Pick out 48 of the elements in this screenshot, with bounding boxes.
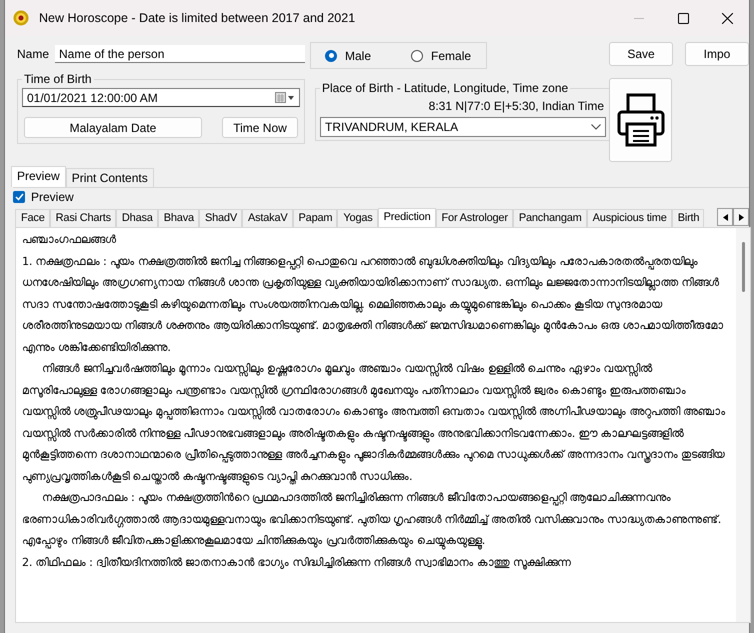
chevron-down-icon xyxy=(591,124,602,130)
tab[interactable]: Face xyxy=(15,209,50,227)
tab[interactable]: For Astrologer xyxy=(436,209,513,227)
place-dropdown[interactable]: TRIVANDRUM, KERALA xyxy=(320,117,606,137)
triangle-right-icon xyxy=(738,214,744,220)
tab[interactable]: Papam xyxy=(292,209,338,227)
tab[interactable]: Auspicious time xyxy=(586,209,672,227)
prediction-paragraph: 1. നക്ഷത്രഫലം : പൂയം നക്ഷത്രത്തിൽ ജനിച്ച നിങ്ങളെപ്പറ്റി പൊതുവെ പറഞ്ഞാൽ ബുദ്ധിശക്തിയിലും വിദ്യയിലും പരോപകാരതൽപ്പരതയിലും ധനശേഷിയിലും അഗ്രഗണ്യനായ നിങ്ങൾ ശാന്ത പ്രകൃതിയുള്ള വ്യക്തിയായിരിക്കാനാണ് സാദ്ധ്യത. ഒന്നിലും ലജ്ജതോന്നാനിടയില്ലാത്ത നിങ്ങൾ സദാ സന്തോഷത്തോടുകൂടി കഴിയുമെന്നതിലും സംശയത്തിനവകയില്ല. മെലിഞ്ഞകാലും കയ്യുമുണ്ടെങ്കിലും പൊക്കം കൂടിയ സുന്ദരമായ ശരീരത്തിനുടമയായ നിങ്ങൾ ശക്തനും ആയിരിക്കാനിടയുണ്ട്. മാതൃഭക്തി നിങ്ങൾക്ക് ജന്മസിദ്ധമാണെങ്കിലും മുൻകോപം ഒരു ശാപമായിത്തീരുമോ എന്നും ശങ്കിക്കേണ്ടിയിരിക്കുന്നു. xyxy=(22,254,724,356)
prediction-paragraph: നിങ്ങൾ ജനിച്ചവർഷത്തിലും മൂന്നാം വയസ്സിലും ഉഷ്ണരോഗം മൂലവും അഞ്ചാം വയസ്സിൽ വിഷം ഉള്ളിൽ ചെന്നും ഏഴാം വയസ്സിൽ മസൂരിപോലുള്ള രോഗങ്ങളാലും പന്ത്രണ്ടാം വയസ്സിൽ ഗ്രന്ഥിരോഗങ്ങൾ മുഖേനയും പതിനാലാം വയസ്സിൽ ജ്വരം കൊണ്ടും ഇരുപത്തഞ്ചാം വയസ്സിൽ ശത്രുപീഢയാലും മുപ്പത്തിഒന്നാം വയസ്സിൽ വാതരോഗം കൊണ്ടും അമ്പത്തി ഒമ്പതാം വയസ്സിൽ അഗ്നിപീഢയാലും അറുപത്തി അഞ്ചാം വയസ്സിൽ സർക്കാരിൽ നിന്നുള്ള പീഢാനുഭവങ്ങളാലും അരിഷ്ടതകളും കഷ്ടനഷ്ടങ്ങളും അനുഭവിക്കാനിടവന്നേക്കാം. ഈ കാലഘട്ടങ്ങളിൽ മുൻകൂട്ടിത്തന്നെ ദശാനാഥന്മാരെ പ്രീതിപ്പെടുത്താനുള്ള അർച്ചനകളും പൂജാദികർമ്മങ്ങൾക്കും പുറമെ സാധുക്കൾക്ക് അന്നദാനം വസ്ത്രദാനം തുടങ്ങിയ പുണ്യപ്രവൃത്തികൾകൂടി ചെയ്താൽ കഷ്ടനഷ്ടങ്ങളുടെ വ്യാപ്തി കുറക്കുവാൻ സാധിക്കും. xyxy=(22,358,728,487)
date-time-picker[interactable]: 01/01/2021 12:00:00 AM xyxy=(22,88,300,107)
tab[interactable]: Panchangam xyxy=(512,209,587,227)
tab[interactable]: Prediction xyxy=(378,208,436,227)
name-label: Name xyxy=(17,47,50,61)
coordinates-text: 8:31 N|77:0 E|+5:30, Indian Time xyxy=(428,98,606,115)
prediction-paragraph: 2. തിഥിഫലം : ദ്വിതീയദിനത്തിൽ ജാതനാകാൻ ഭാഗ്യം സിദ്ധിച്ചിരിക്കുന്ന നിങ്ങൾ സ്വാഭിമാനം കാത്തു സൂക്ഷിക്കുന്ന xyxy=(22,554,572,572)
group-title: Time of Birth xyxy=(23,72,93,86)
printer-icon xyxy=(616,92,666,148)
section-heading: പഞ്ചാംഗഫലങ്ങൾ xyxy=(22,232,117,248)
tab[interactable]: AstakaV xyxy=(242,209,293,227)
close-icon xyxy=(722,12,732,24)
malayalam-date-button[interactable]: Malayalam Date xyxy=(24,117,202,138)
gender-radio[interactable]: Male xyxy=(325,48,372,62)
tab[interactable]: Preview xyxy=(11,166,66,187)
tab[interactable]: Rasi Charts xyxy=(50,209,116,227)
maximize-icon xyxy=(678,12,688,24)
tab[interactable]: ShadV xyxy=(198,209,242,227)
gender-radio[interactable]: Female xyxy=(411,48,472,62)
time-now-button[interactable]: Time Now xyxy=(222,117,298,138)
tab[interactable]: Birth xyxy=(672,209,704,227)
tab[interactable]: Dhasa xyxy=(116,209,158,227)
group-title: Place of Birth - Latitude, Longitude, Time zone xyxy=(321,81,570,95)
preview-checkbox[interactable] xyxy=(13,191,25,203)
app-logo-icon xyxy=(13,10,29,26)
triangle-left-icon xyxy=(722,214,728,220)
name-field[interactable]: Name of the person xyxy=(55,45,306,63)
print-button[interactable] xyxy=(609,78,672,162)
tab[interactable]: Print Contents xyxy=(66,168,154,187)
tab[interactable]: Bhava xyxy=(158,209,199,227)
import-button[interactable]: Impo xyxy=(685,42,750,66)
scrollbar[interactable] xyxy=(736,228,750,622)
scroll-left-button[interactable] xyxy=(717,208,733,226)
scroll-right-button[interactable] xyxy=(733,208,749,226)
prediction-paragraph: നക്ഷത്രപാദഫലം : പൂയം നക്ഷത്രത്തിൻറെ പ്രഥമപാദത്തിൽ ജനിച്ചിരിക്കുന്ന നിങ്ങൾ ജീവിതോപായങ്ങളെപ്പറ്റി ആലോചിക്കുന്നവനും ഭരണാധികാരിവർഗ്ഗത്താൽ ആദായമുള്ളവനായും ഭവിക്കാനിടയുണ്ട്. പുതിയ ഗൃഹങ്ങൾ നിർമ്മിച്ച് അതിൽ വസിക്കുവാനും സാദ്ധ്യതകാണുന്നുണ്ട്. എപ്പോഴും നിങ്ങൾ ജീവിതപങ്കാളിക്കനുകൂലമായേ ചിന്തിക്കുകയും പ്രവർത്തിക്കുകയും ചെയ്യുകയുള്ളൂ. xyxy=(22,487,728,552)
checkbox-label: Preview xyxy=(31,190,74,204)
save-button[interactable]: Save xyxy=(609,42,674,66)
tab[interactable]: Yogas xyxy=(337,209,378,227)
window-title: New Horoscope - Date is limited between 2017 and 2021 xyxy=(39,11,356,25)
calendar-dropdown-icon xyxy=(275,92,296,104)
